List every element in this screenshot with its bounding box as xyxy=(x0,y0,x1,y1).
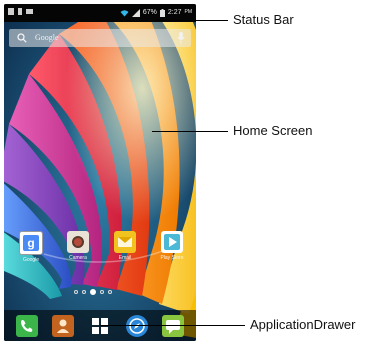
page-dot[interactable] xyxy=(82,290,86,294)
app-email[interactable]: Email xyxy=(111,231,139,261)
app-label: Camera xyxy=(69,255,87,261)
play-store-icon xyxy=(161,231,183,253)
app-label: Play Store xyxy=(160,255,184,261)
status-indicators: 67% 2:27 PM xyxy=(120,8,192,17)
search-placeholder: Google xyxy=(35,33,59,42)
status-bar-callout: Status Bar xyxy=(233,12,294,27)
notification-icon xyxy=(8,8,14,15)
clock-period: PM xyxy=(184,9,193,15)
usb-icon xyxy=(18,8,22,15)
page-dot[interactable] xyxy=(74,290,78,294)
page-dot[interactable] xyxy=(108,290,112,294)
page-indicator[interactable] xyxy=(74,289,112,295)
page-dot-current[interactable] xyxy=(90,289,96,295)
battery-icon xyxy=(159,8,165,17)
browser-icon[interactable] xyxy=(126,315,148,337)
google-icon: g xyxy=(19,231,43,255)
app-label: Google xyxy=(22,257,40,263)
app-google[interactable]: g Google xyxy=(17,231,45,263)
app-drawer-icon[interactable] xyxy=(89,315,111,337)
messaging-icon[interactable] xyxy=(162,315,184,337)
notification-icons xyxy=(8,8,33,15)
app-drawer-callout-line xyxy=(100,325,245,326)
email-icon xyxy=(114,231,136,253)
clock: 2:27 xyxy=(167,9,182,16)
app-play-store[interactable]: Play Store xyxy=(158,231,186,261)
status-bar-callout-line xyxy=(155,20,228,21)
home-screen-callout: Home Screen xyxy=(233,123,313,138)
app-label: Email xyxy=(118,255,132,261)
home-screen-callout-line xyxy=(152,131,228,132)
wifi-icon xyxy=(120,9,129,16)
message-icon xyxy=(26,9,33,14)
page-dot[interactable] xyxy=(100,290,104,294)
app-camera[interactable]: Camera xyxy=(64,231,92,261)
phone-screen: 67% 2:27 PM Google g Google Camera Email… xyxy=(4,4,196,341)
microphone-icon[interactable] xyxy=(177,32,185,44)
google-search-bar[interactable]: Google xyxy=(9,29,191,47)
app-drawer-callout: ApplicationDrawer xyxy=(250,317,356,332)
contacts-icon[interactable] xyxy=(52,315,74,337)
camera-icon xyxy=(67,231,89,253)
signal-icon xyxy=(131,8,140,17)
phone-icon[interactable] xyxy=(16,315,38,337)
search-icon xyxy=(17,33,27,43)
battery-percent: 67% xyxy=(142,9,157,16)
